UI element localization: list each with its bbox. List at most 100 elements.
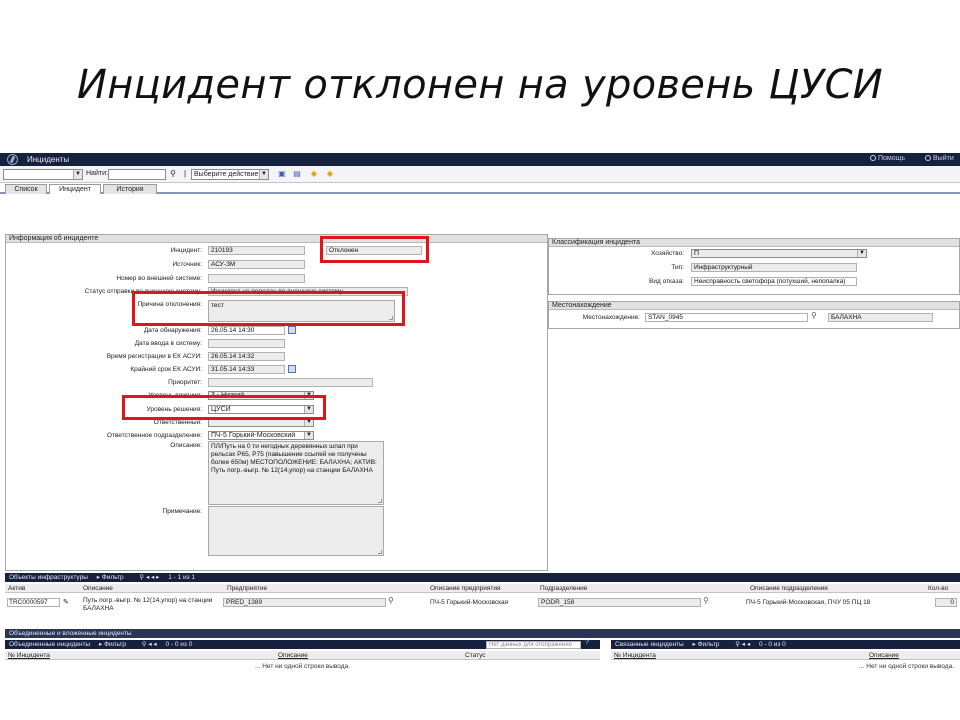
enterprise-cell[interactable]: PRED_1389 (223, 598, 386, 607)
unit-desc-cell: ПЧ-5 Горький-Московская, ПЧУ 05 ПЦ 18 (746, 599, 871, 606)
filter-link[interactable]: ▸ Фильтр (693, 641, 727, 648)
nav-icons[interactable]: ⚲ ◂ ◂ (142, 641, 157, 648)
next-record-icon[interactable]: ◆ (325, 169, 335, 179)
infra-grid-bar: Объекты инфраструктуры ▸ Фильтр ⚲ ◂ ◂ ▸ … (5, 573, 960, 582)
tab-history[interactable]: История (103, 184, 157, 194)
deadline-label: Крайний срок ЕК АСУИ: (130, 366, 202, 373)
reg-time-field: 26.05.14 14:32 (208, 352, 285, 361)
tab-bar: Список Инцидент История (0, 183, 960, 194)
resize-grip-icon[interactable] (378, 499, 382, 503)
resp-unit-label: Ответственное подразделение: (106, 432, 202, 439)
priority-label: Приоритет: (168, 379, 202, 386)
nav-icons[interactable]: ⚲ ◂ ◂ (735, 641, 750, 648)
ext-number-field (208, 274, 305, 283)
ext-number-label: Номер во внешней системе: (116, 275, 202, 282)
description-field[interactable]: ПЛ/Путь на 0 ти негодных деревянных шпал… (208, 441, 384, 505)
priority-field (208, 378, 373, 387)
toolbar: ▼ Найти: ⚲ | Выберите действие ▼ ▣ ▤ ◆ ◆ (0, 166, 960, 183)
resize-grip-icon[interactable] (378, 550, 382, 554)
chevron-down-icon: ▼ (259, 170, 268, 179)
filter-link[interactable]: ▸ Фильтр (97, 574, 131, 581)
note-label: Примечание: (162, 508, 202, 515)
help-link[interactable]: Помощь (870, 155, 905, 162)
merged-grid-pages: 0 - 0 из 0 (165, 641, 193, 648)
edit-icon[interactable]: ✎ (63, 598, 69, 606)
calendar-icon[interactable] (288, 365, 296, 373)
deadline-field: 31.05.14 14:33 (208, 365, 285, 374)
station-code-field[interactable]: STAN_0945 (645, 313, 808, 322)
slide-title: Инцидент отклонен на уровень ЦУСИ (76, 62, 884, 108)
linked-grid-header: № Инцидента Описание (611, 651, 960, 660)
exit-link[interactable]: Выйти (925, 155, 954, 162)
search-icon[interactable]: ⚲ (811, 311, 817, 320)
detect-date-field[interactable]: 26.05.14 14:30 (208, 326, 285, 335)
find-label: Найти: (86, 170, 108, 177)
source-label: Источник: (172, 261, 202, 268)
linked-grid-pages: 0 - 0 из 0 (758, 641, 786, 648)
tab-list[interactable]: Список (5, 184, 47, 194)
chevron-down-icon: ▼ (304, 419, 313, 426)
economy-select[interactable]: П ▼ (691, 249, 867, 258)
filter-link[interactable]: ▸ Фильтр (99, 641, 133, 648)
reject-reason-highlight-box (132, 291, 405, 326)
count-cell: 0 (935, 598, 957, 607)
resp-unit-select[interactable]: ПЧ-5 Горький-Московский ▼ (208, 431, 314, 440)
infra-grid-header: Актив Описание Предприятие Описание пред… (5, 584, 960, 593)
app-header: Инциденты Помощь Выйти (0, 153, 960, 166)
infra-grid-pages: 1 - 1 из 1 (168, 574, 196, 581)
economy-label: Хозяйство: (651, 250, 684, 257)
col-description[interactable]: Описание (278, 651, 308, 660)
search-icon[interactable]: ⚲ (388, 596, 394, 605)
reg-time-label: Время регистрации в ЕК АСУИ: (106, 353, 202, 360)
search-icon[interactable]: ⚲ (703, 596, 709, 605)
location-title: Местонахождение (549, 302, 959, 310)
chevron-down-icon: ▼ (304, 432, 313, 439)
col-asset: Актив (8, 585, 26, 592)
col-incident-number[interactable]: № Инцидента (8, 651, 50, 660)
failure-field[interactable]: Неисправность светофора (потухший, непоп… (691, 277, 857, 286)
resolve-level-highlight-box (122, 395, 326, 420)
description-label: Описание: (170, 442, 202, 449)
prev-record-icon[interactable]: ◆ (309, 169, 319, 179)
merged-grid-search[interactable]: Нет данных для отображения (486, 641, 581, 649)
merged-section-bar: Объединенные и вложенные инциденты (5, 629, 960, 638)
find-input[interactable] (108, 169, 166, 180)
note-field[interactable] (208, 506, 384, 556)
detect-date-label: Дата обнаружения: (143, 327, 202, 334)
col-description[interactable]: Описание (869, 651, 899, 660)
entry-date-field (208, 339, 285, 348)
app-title: Инциденты (27, 155, 70, 164)
incident-info-title: Информация об инциденте (6, 235, 547, 243)
chevron-down-icon: ▼ (73, 170, 82, 179)
classification-title: Классификация инцидента (549, 239, 959, 247)
responsible-label: Ответственный: (153, 419, 202, 426)
save-icon[interactable]: ▣ (277, 169, 287, 179)
merged-section-title: Объединенные и вложенные инциденты (9, 630, 132, 637)
binoculars-icon[interactable]: ⚲ (168, 169, 178, 179)
infra-grid-title: Объекты инфраструктуры (9, 574, 88, 581)
help-icon[interactable]: ? (585, 639, 589, 646)
source-field: АСУ-ЗМ (208, 260, 305, 269)
insert-icon[interactable]: ▤ (292, 169, 302, 179)
description-text: ПЛ/Путь на 0 ти негодных деревянных шпал… (211, 443, 377, 474)
col-enterprise: Предприятие (227, 585, 268, 592)
type-field: Инфраструктурный (691, 263, 857, 272)
nav-icons[interactable]: ⚲ ◂ ◂ ▸ (139, 574, 159, 581)
failure-label: Вид отказа: (649, 278, 684, 285)
asset-cell[interactable]: TRC0000597 (7, 598, 60, 607)
linked-grid-title: Связанные инциденты (615, 641, 684, 648)
merged-grid-title: Объединенные инциденты (9, 641, 91, 648)
exit-label: Выйти (933, 155, 954, 162)
merged-empty-message: ... Нет ни одной строки вывода. (255, 663, 350, 670)
col-incident-number[interactable]: № Инцидента (614, 651, 656, 660)
col-unit-desc: Описание подразделения (750, 585, 828, 592)
unit-cell[interactable]: PODR_158 (538, 598, 701, 607)
col-description: Описание (83, 585, 113, 592)
calendar-icon[interactable] (288, 326, 296, 334)
query-select[interactable]: ▼ (3, 169, 83, 180)
merged-grid-header: № Инцидента Описание Статус (5, 651, 600, 660)
tab-incident[interactable]: Инцидент (49, 184, 101, 194)
action-select[interactable]: Выберите действие ▼ (191, 169, 269, 180)
status-highlight-box (320, 236, 429, 263)
entry-date-label: Дата ввода в систему: (134, 340, 202, 347)
